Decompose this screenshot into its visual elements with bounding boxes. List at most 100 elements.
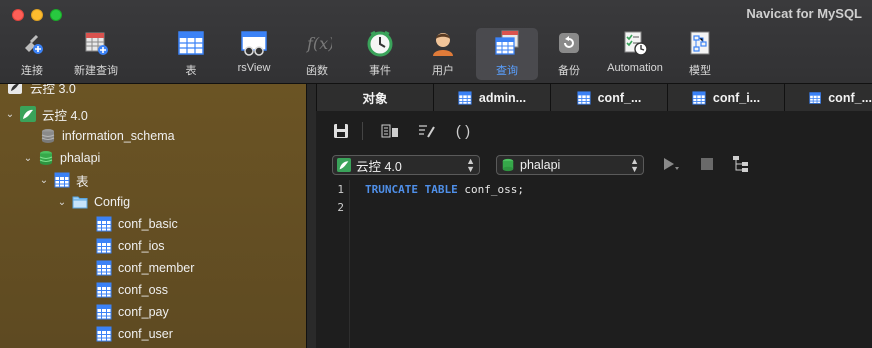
dolphin-connection-icon <box>337 158 351 172</box>
tab-label: conf_... <box>597 90 642 105</box>
tab-label: conf_i... <box>712 90 761 105</box>
toolbar-event-button[interactable]: 事件 <box>350 28 410 80</box>
toolbar-function-button[interactable]: f(x) 函数 <box>287 28 347 80</box>
table-icon <box>96 326 112 342</box>
stop-query-icon[interactable] <box>696 153 718 175</box>
tree-tables-group[interactable]: ⌄ 表 <box>38 169 89 191</box>
tree-label: conf_ios <box>118 239 165 253</box>
toolbar-table-button[interactable]: 表 <box>161 28 221 80</box>
tree-database-phalapi[interactable]: ⌄ phalapi <box>22 147 100 169</box>
event-clock-icon <box>365 28 395 58</box>
tree-label: conf_user <box>118 327 173 341</box>
toolbar-backup-button[interactable]: 备份 <box>539 28 599 80</box>
chevron-down-icon[interactable]: ⌄ <box>38 175 50 186</box>
tree-label: 云控 3.0 <box>30 84 76 94</box>
tree-label: conf_member <box>118 261 195 275</box>
table-icon <box>176 28 206 58</box>
tab-admin[interactable]: admin... <box>433 84 550 111</box>
tree-label: 云控 4.0 <box>42 108 88 123</box>
query-selectors: 云控 4.0 ▲ ▼ phalapi ▲ ▼ <box>316 150 872 180</box>
connection-select[interactable]: 云控 4.0 ▲ ▼ <box>332 155 480 175</box>
window-title: Navicat for MySQL <box>746 6 862 21</box>
query-builder-icon[interactable] <box>379 120 401 142</box>
save-icon[interactable] <box>330 120 352 142</box>
tree-folder-config[interactable]: ⌄ Config <box>56 191 130 213</box>
toolbar-label: 事件 <box>369 65 391 77</box>
chevron-down-icon[interactable]: ⌄ <box>22 153 34 164</box>
database-icon <box>38 150 54 166</box>
tree-connection-yunkong[interactable]: ⌄ 云控 4.0 <box>4 103 88 125</box>
tree-table-item[interactable]: conf_basic <box>96 213 178 235</box>
table-icon <box>96 238 112 254</box>
function-fx-icon: f(x) <box>302 28 332 58</box>
sidebar-splitter[interactable] <box>306 84 316 348</box>
tab-bar: 对象 admin... conf_... conf_i... conf_... <box>316 84 872 111</box>
chevron-down-icon[interactable]: ⌄ <box>4 109 16 120</box>
query-toolbar: ( ) <box>316 112 872 150</box>
model-icon <box>685 28 715 58</box>
tree-label: phalapi <box>60 151 101 165</box>
tab-label: admin... <box>478 90 527 105</box>
tree-table-item[interactable]: conf_user <box>96 323 173 345</box>
toolbar-new-query-button[interactable]: 新建查询 <box>66 28 126 80</box>
run-query-icon[interactable] <box>660 153 682 175</box>
select-arrows-icon: ▲ ▼ <box>630 156 639 174</box>
sql-editor[interactable]: 1 2 TRUNCATE TABLE conf_oss; <box>316 180 872 348</box>
table-icon <box>692 90 706 105</box>
database-icon <box>40 128 56 144</box>
tab-conf-2[interactable]: conf_... <box>784 84 872 111</box>
database-icon <box>502 158 514 172</box>
zoom-window-button[interactable] <box>50 9 62 21</box>
toolbar-label: 新建查询 <box>74 65 118 77</box>
tab-conf-1[interactable]: conf_... <box>550 84 667 111</box>
toolbar-label: Automation <box>607 62 663 74</box>
code-snippet-icon[interactable]: ( ) <box>452 120 474 142</box>
table-icon <box>96 304 112 320</box>
close-window-button[interactable] <box>12 9 24 21</box>
tab-label: 对象 <box>362 92 388 106</box>
user-icon <box>428 28 458 58</box>
toolbar-view-button[interactable]: rsView <box>224 28 284 80</box>
tree-table-item[interactable]: conf_pay <box>96 301 169 323</box>
backup-icon <box>554 28 584 58</box>
toolbar-connection-button[interactable]: 连接 <box>2 28 62 80</box>
tree-label: Config <box>94 195 131 209</box>
toolbar-user-button[interactable]: 用户 <box>413 28 473 80</box>
connection-select-value: 云控 4.0 <box>356 159 402 174</box>
title-bar: Navicat for MySQL 连接 新建查询 表 rsView f(x) … <box>0 0 872 84</box>
tree-label: conf_oss <box>118 283 169 297</box>
tab-conf-ios[interactable]: conf_i... <box>667 84 784 111</box>
tree-table-item[interactable]: conf_ios <box>96 235 165 257</box>
toolbar-label: 函数 <box>306 65 328 77</box>
toolbar-label: 模型 <box>689 65 711 77</box>
minimize-window-button[interactable] <box>31 9 43 21</box>
svg-text:f(x): f(x) <box>306 34 332 53</box>
folder-icon <box>72 194 88 210</box>
chevron-down-icon[interactable]: ⌄ <box>56 197 68 208</box>
new-query-icon <box>81 28 111 58</box>
sql-keyword: TABLE <box>424 183 458 196</box>
tree-connection-previous[interactable]: 云控 3.0 <box>8 84 76 94</box>
line-number: 2 <box>337 201 344 214</box>
beautify-sql-icon[interactable] <box>416 120 438 142</box>
toolbar-model-button[interactable]: 模型 <box>670 28 730 80</box>
toolbar-automation-button[interactable]: Automation <box>603 28 667 80</box>
tab-objects[interactable]: 对象 <box>316 84 433 111</box>
explain-tree-icon[interactable] <box>730 153 752 175</box>
toolbar-label: 连接 <box>21 65 43 77</box>
table-icon <box>96 260 112 276</box>
tree-table-item[interactable]: conf_oss <box>96 279 168 301</box>
database-select[interactable]: phalapi ▲ ▼ <box>496 155 644 175</box>
toolbar-query-button[interactable]: 查询 <box>476 28 538 80</box>
table-icon <box>54 172 70 188</box>
navigator-sidebar[interactable]: 云控 3.0 ⌄ 云控 4.0 information_schema ⌄ pha… <box>0 84 306 348</box>
tree-label: 表 <box>76 174 89 189</box>
toolbar-label: rsView <box>237 62 271 74</box>
table-icon <box>96 282 112 298</box>
tree-table-item[interactable]: conf_member <box>96 257 194 279</box>
tree-label: conf_pay <box>118 305 169 319</box>
tree-label: information_schema <box>62 129 175 143</box>
tree-database-information-schema[interactable]: information_schema <box>40 125 175 147</box>
toolbar-label: 查询 <box>496 65 518 77</box>
toolbar-label: 表 <box>185 65 197 77</box>
